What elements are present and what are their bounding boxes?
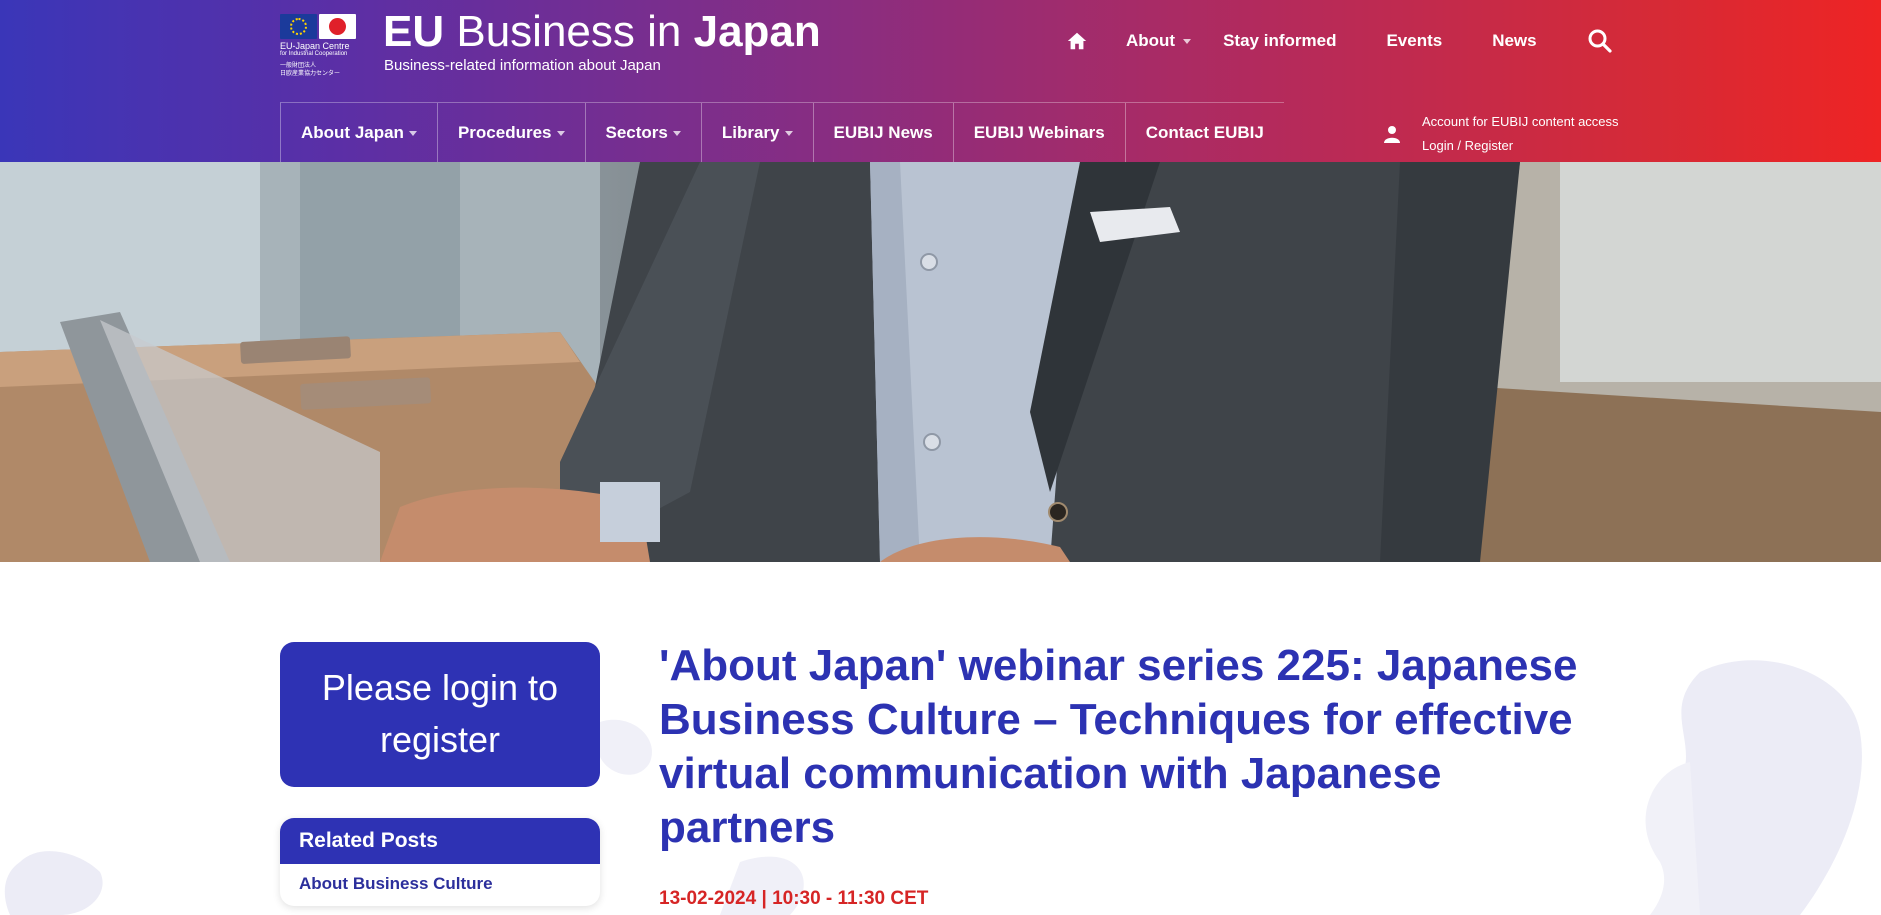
- account-access-text[interactable]: Account for EUBIJ content access: [1422, 110, 1619, 134]
- nav-eubij-news[interactable]: EUBIJ News: [814, 103, 954, 163]
- chevron-down-icon: [784, 130, 793, 136]
- chevron-down-icon: [1183, 39, 1192, 45]
- site-tagline: Business-related information about Japan: [384, 57, 661, 74]
- nav-procedures[interactable]: Procedures: [438, 103, 586, 163]
- hero-image: [0, 162, 1881, 562]
- search-icon[interactable]: [1587, 28, 1613, 54]
- logo-flags: [280, 14, 356, 39]
- page-title: 'About Japan' webinar series 225: Japane…: [659, 641, 1578, 852]
- related-post-link[interactable]: About Business Culture: [280, 864, 600, 904]
- eu-japan-centre-logo[interactable]: EU-Japan Centre for Industrial Cooperati…: [280, 14, 356, 78]
- event-date: 13-02-2024 | 10:30 - 11:30 CET: [659, 888, 929, 909]
- logo-line2: for Industrial Cooperation: [280, 51, 348, 57]
- site-title-middle: Business in: [456, 7, 682, 56]
- related-posts-panel: Related Posts About Business Culture: [280, 818, 600, 906]
- related-posts-title: Related Posts: [280, 818, 600, 864]
- top-nav-events[interactable]: Events: [1386, 31, 1442, 51]
- logo-jp2: 日欧産業協力センター: [280, 71, 341, 77]
- top-nav: About Stay informed Events News: [1066, 28, 1613, 54]
- logo-line1: EU-Japan Centre: [280, 41, 350, 51]
- chevron-down-icon: [556, 130, 565, 136]
- top-nav-stay-informed[interactable]: Stay informed: [1223, 31, 1336, 51]
- nav-sectors[interactable]: Sectors: [586, 103, 702, 163]
- main-content: Please login to register Related Posts A…: [0, 562, 1881, 915]
- eu-flag-icon: [280, 14, 317, 39]
- nav-library[interactable]: Library: [702, 103, 814, 163]
- japan-flag-icon: [319, 14, 356, 39]
- top-nav-about[interactable]: About: [1126, 31, 1192, 51]
- site-title-eu: EU: [383, 7, 445, 56]
- top-nav-news[interactable]: News: [1492, 31, 1536, 51]
- home-icon[interactable]: [1066, 30, 1088, 52]
- logo-jp1: 一般財団法人: [280, 63, 317, 69]
- site-title[interactable]: EU Business in Japan: [383, 6, 821, 58]
- nav-eubij-webinars[interactable]: EUBIJ Webinars: [954, 103, 1126, 163]
- chevron-down-icon: [408, 130, 417, 136]
- login-register-link[interactable]: Login / Register: [1422, 134, 1619, 158]
- nav-contact-eubij[interactable]: Contact EUBIJ: [1126, 103, 1284, 163]
- user-icon: [1384, 126, 1400, 143]
- login-to-register-button[interactable]: Please login to register: [280, 642, 600, 787]
- hero-photo-illustration: [0, 162, 1881, 562]
- account-block[interactable]: Account for EUBIJ content access Login /…: [1384, 110, 1619, 158]
- site-header: EU-Japan Centre for Industrial Cooperati…: [0, 0, 1881, 163]
- main-nav: About Japan Procedures Sectors Library E…: [280, 102, 1284, 163]
- nav-about-japan[interactable]: About Japan: [281, 103, 438, 163]
- chevron-down-icon: [672, 130, 681, 136]
- site-title-japan: Japan: [693, 7, 821, 56]
